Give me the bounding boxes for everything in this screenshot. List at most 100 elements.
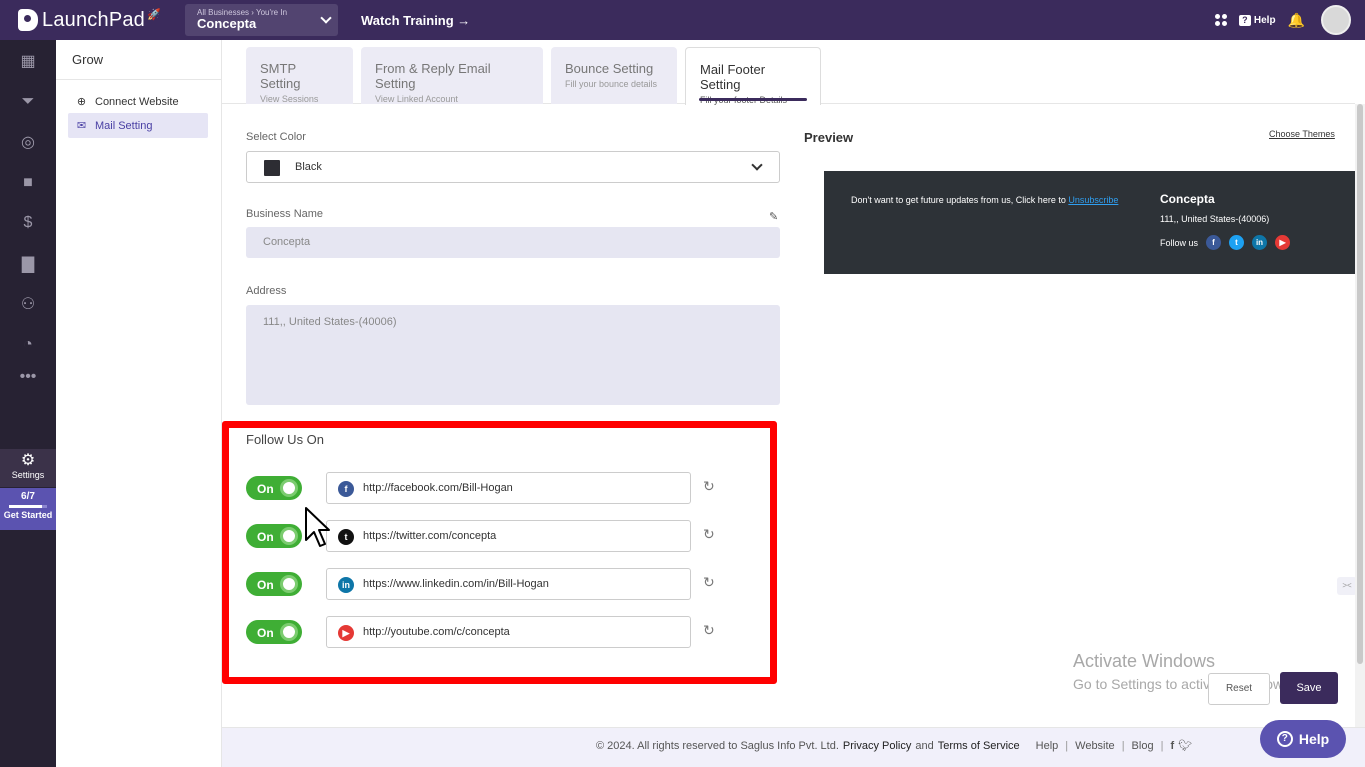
- footer-and-text: and: [915, 739, 934, 752]
- select-color-label: Select Color: [246, 131, 306, 143]
- progress-text: 6/7: [21, 491, 35, 502]
- logo-text: LaunchPad: [42, 8, 146, 31]
- settings-nav[interactable]: ⚙ Settings: [0, 449, 56, 487]
- pencil-icon[interactable]: ✎: [769, 210, 778, 223]
- help-floating-button[interactable]: ? Help: [1260, 720, 1346, 758]
- linkedin-url-field[interactable]: in https://www.linkedin.com/in/Bill-Hoga…: [326, 568, 691, 600]
- youtube-icon[interactable]: ▶: [1275, 235, 1291, 250]
- footer-preview: Don't want to get future updates from us…: [824, 171, 1358, 274]
- tab-mail-footer-setting[interactable]: Mail Footer Setting Fill your footer Det…: [685, 47, 821, 105]
- gear-icon: ⚙: [20, 452, 36, 469]
- tab-subtitle: View Linked Account: [375, 94, 458, 104]
- linkedin-url-text: https://www.linkedin.com/in/Bill-Hogan: [363, 578, 549, 590]
- settings-label: Settings: [11, 470, 45, 480]
- footer-help-link[interactable]: Help: [1036, 740, 1059, 752]
- youtube-icon: ▶: [338, 625, 354, 641]
- more-icon[interactable]: •••: [0, 357, 56, 397]
- reset-twitter-icon[interactable]: ↻: [703, 526, 715, 543]
- youtube-url-text: http://youtube.com/c/concepta: [363, 626, 510, 638]
- progress-fill: [9, 505, 42, 508]
- address-field[interactable]: 111,, United States-(40006): [246, 305, 780, 405]
- address-label: Address: [246, 285, 287, 297]
- help-button-label: Help: [1298, 731, 1330, 747]
- save-button[interactable]: Save: [1280, 672, 1338, 704]
- scrollbar-thumb[interactable]: [1357, 104, 1363, 664]
- unsubscribe-link[interactable]: Unsubscribe: [1068, 195, 1118, 205]
- youtube-toggle[interactable]: On: [246, 620, 302, 644]
- twitter-url-field[interactable]: t https://twitter.com/concepta: [326, 520, 691, 552]
- twitter-toggle[interactable]: On: [246, 524, 302, 548]
- facebook-icon[interactable]: f: [1206, 235, 1222, 250]
- users-icon[interactable]: ⚇: [0, 284, 56, 324]
- get-started-label: Get Started: [3, 510, 53, 520]
- toggle-label: On: [257, 530, 274, 544]
- subnav-item-label: Connect Website: [95, 95, 179, 108]
- get-started-progress[interactable]: 6/7 Get Started: [0, 488, 56, 530]
- toggle-knob: [280, 623, 298, 641]
- footer-separator: |: [1160, 739, 1164, 752]
- subnav-item-mail-setting[interactable]: ✉ Mail Setting: [68, 113, 208, 138]
- scrollbar[interactable]: [1355, 104, 1365, 727]
- globe-icon: ⊕: [76, 96, 87, 108]
- globe-icon[interactable]: ◎: [0, 122, 56, 162]
- facebook-url-field[interactable]: f http://facebook.com/Bill-Hogan: [326, 472, 691, 504]
- logo[interactable]: LaunchPad 🚀: [18, 9, 184, 32]
- tab-from-reply-email-setting[interactable]: From & Reply Email Setting View Linked A…: [361, 47, 543, 104]
- bell-icon[interactable]: 🔔: [1288, 12, 1305, 29]
- linkedin-toggle[interactable]: On: [246, 572, 302, 596]
- avatar[interactable]: [1321, 5, 1351, 35]
- youtube-url-field[interactable]: ▶ http://youtube.com/c/concepta: [326, 616, 691, 648]
- help-menu[interactable]: ? Help: [1238, 14, 1276, 26]
- settings-subnav: Grow ⊕ Connect Website ✉ Mail Setting: [56, 40, 222, 767]
- terms-link[interactable]: Terms of Service: [938, 740, 1020, 752]
- privacy-policy-link[interactable]: Privacy Policy: [843, 740, 911, 752]
- subnav-item-label: Mail Setting: [95, 119, 153, 132]
- bar-chart-icon[interactable]: ▇: [0, 244, 56, 284]
- dashboard-icon[interactable]: ▦: [0, 41, 56, 81]
- twitter-icon[interactable]: t: [1229, 235, 1245, 250]
- logo-icon: [18, 9, 38, 31]
- help-icon: ?: [1238, 14, 1251, 26]
- toggle-label: On: [257, 482, 274, 496]
- linkedin-icon[interactable]: in: [1252, 235, 1268, 250]
- preview-title: Preview: [804, 130, 854, 145]
- video-icon[interactable]: ■: [0, 163, 56, 203]
- choose-themes-link[interactable]: Choose Themes: [1269, 129, 1335, 139]
- preview-follow-label: Follow us: [1160, 237, 1199, 248]
- twitter-icon: t: [338, 529, 354, 545]
- tab-title: SMTP Setting: [260, 61, 301, 91]
- business-name-field[interactable]: Concepta: [246, 227, 780, 258]
- linkedin-icon: in: [338, 577, 354, 593]
- tab-title: Bounce Setting: [565, 61, 654, 76]
- collapse-icon[interactable]: ><: [1337, 577, 1357, 595]
- dollar-icon[interactable]: $: [0, 203, 56, 243]
- reset-linkedin-icon[interactable]: ↻: [703, 574, 715, 591]
- facebook-toggle[interactable]: On: [246, 476, 302, 500]
- business-name-label: Business Name: [246, 208, 324, 220]
- tab-subtitle: Fill your bounce details: [565, 79, 658, 89]
- active-tab-indicator: [699, 98, 807, 101]
- footer-blog-link[interactable]: Blog: [1132, 740, 1154, 752]
- subnav-item-connect-website[interactable]: ⊕ Connect Website: [68, 89, 208, 114]
- funnel-icon[interactable]: ⏷: [0, 82, 56, 122]
- page-footer: © 2024. All rights reserved to Saglus In…: [222, 727, 1365, 767]
- mouse-cursor: [305, 507, 330, 547]
- top-bar: LaunchPad 🚀 All Businesses › You're In C…: [0, 0, 1365, 40]
- reset-button[interactable]: Reset: [1208, 673, 1270, 705]
- apps-grid-icon[interactable]: [1214, 14, 1227, 26]
- watch-training-link[interactable]: Watch Training →: [361, 13, 470, 28]
- color-swatch: [264, 160, 280, 176]
- toggle-knob: [280, 575, 298, 593]
- reset-youtube-icon[interactable]: ↻: [703, 622, 715, 639]
- tab-bounce-setting[interactable]: Bounce Setting Fill your bounce details: [551, 47, 677, 104]
- toggle-knob: [280, 479, 298, 497]
- twitter-icon[interactable]: 🐦︎: [1178, 739, 1192, 752]
- tab-smtp-setting[interactable]: SMTP Setting View Sessions: [246, 47, 353, 104]
- facebook-icon[interactable]: f: [1170, 740, 1174, 752]
- footer-website-link[interactable]: Website: [1075, 740, 1115, 752]
- business-switcher[interactable]: All Businesses › You're In Concepta: [185, 4, 338, 36]
- mail-icon: ✉: [76, 120, 87, 132]
- reset-facebook-icon[interactable]: ↻: [703, 478, 715, 495]
- preview-business-name: Concepta: [1160, 192, 1215, 206]
- color-select[interactable]: Black: [246, 151, 780, 183]
